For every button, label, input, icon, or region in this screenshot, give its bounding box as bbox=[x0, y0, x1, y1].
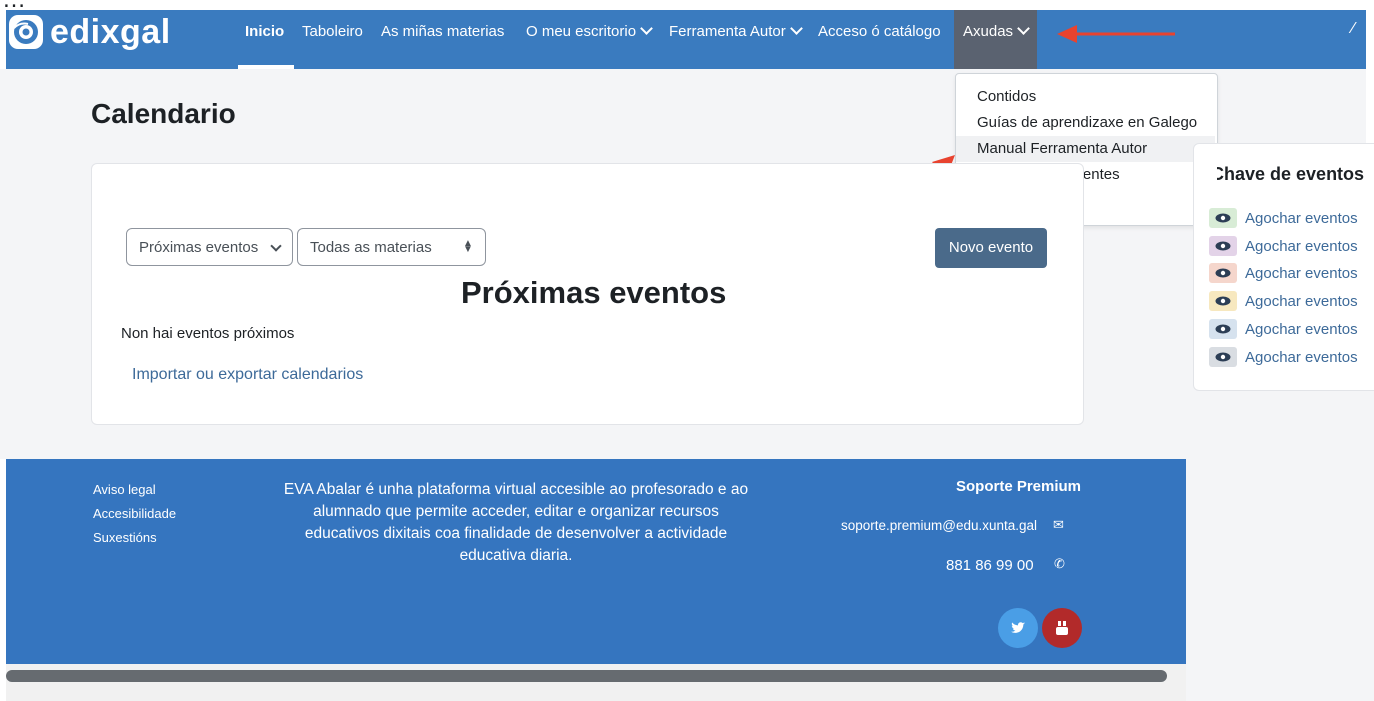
event-key-row[interactable]: Agochar eventos bbox=[1209, 236, 1358, 256]
right-gutter bbox=[1186, 389, 1374, 701]
nav-as-minas-materias[interactable]: As miñas materias bbox=[381, 21, 504, 43]
new-event-button[interactable]: Novo evento bbox=[935, 228, 1047, 268]
nav-ferramenta-autor[interactable]: Ferramenta Autor bbox=[669, 21, 803, 43]
site-footer: Aviso legal Accesibilidade Suxestións EV… bbox=[6, 459, 1186, 664]
support-phone[interactable]: 881 86 99 00 bbox=[946, 557, 1034, 574]
nav-axudas-label: Axudas bbox=[963, 23, 1014, 40]
event-key-row[interactable]: Agochar eventos bbox=[1209, 263, 1358, 283]
horizontal-scrollbar-thumb[interactable] bbox=[6, 670, 1167, 682]
eye-icon bbox=[1209, 208, 1237, 228]
hide-events-label: Agochar eventos bbox=[1245, 320, 1358, 338]
bell-icon[interactable]: ⁄ bbox=[1352, 20, 1355, 38]
twitter-icon[interactable] bbox=[998, 608, 1038, 648]
active-tab-indicator bbox=[238, 65, 294, 69]
chevron-down-icon bbox=[270, 240, 282, 252]
edixgal-logo-icon bbox=[9, 15, 43, 49]
nav-o-meu-escritorio[interactable]: O meu escritorio bbox=[526, 21, 653, 43]
menu-item-guias[interactable]: Guías de aprendizaxe en Galego bbox=[956, 110, 1215, 136]
nav-axudas[interactable]: Axudas bbox=[963, 21, 1030, 43]
support-email[interactable]: soporte.premium@edu.xunta.gal bbox=[841, 518, 1037, 533]
hide-events-label: Agochar eventos bbox=[1245, 348, 1358, 366]
chevron-down-icon bbox=[1017, 22, 1030, 35]
event-key-row[interactable]: Agochar eventos bbox=[1209, 347, 1358, 367]
hide-events-label: Agochar eventos bbox=[1245, 292, 1358, 310]
no-events-message: Non hai eventos próximos bbox=[121, 325, 295, 342]
phone-icon: ✆ bbox=[1054, 556, 1065, 571]
nav-o-meu-escritorio-label: O meu escritorio bbox=[526, 23, 637, 40]
youtube-icon[interactable] bbox=[1042, 608, 1082, 648]
brand-name: edixgal bbox=[50, 12, 171, 51]
annotation-arrow-icon bbox=[1057, 25, 1175, 43]
chevron-down-icon bbox=[789, 22, 803, 35]
page-title: Calendario bbox=[91, 98, 236, 129]
event-key-row[interactable]: Agochar eventos bbox=[1209, 291, 1358, 311]
eye-icon bbox=[1209, 319, 1237, 339]
caption-strip: … bbox=[0, 0, 1374, 10]
brand-logo-link[interactable]: edixgal bbox=[8, 12, 171, 52]
sort-updown-icon: ▲ ▼ bbox=[463, 238, 473, 255]
eye-icon bbox=[1209, 263, 1237, 283]
menu-item-manual-ferramenta-autor[interactable]: Manual Ferramenta Autor bbox=[956, 136, 1215, 162]
hide-events-label: Agochar eventos bbox=[1245, 209, 1358, 227]
import-export-calendars-link[interactable]: Importar ou exportar calendarios bbox=[132, 366, 363, 384]
eye-icon bbox=[1209, 291, 1237, 311]
nav-taboleiro[interactable]: Taboleiro bbox=[302, 21, 363, 43]
menu-item-contidos[interactable]: Contidos bbox=[956, 84, 1215, 110]
nav-acceso-catalogo[interactable]: Acceso ó catálogo bbox=[818, 21, 941, 43]
course-select-value: Todas as materias bbox=[310, 239, 432, 256]
chevron-down-icon bbox=[640, 22, 653, 35]
view-select[interactable]: Próximas eventos bbox=[126, 228, 293, 266]
event-key-title: Chave de eventos bbox=[1211, 164, 1365, 184]
hide-events-label: Agochar eventos bbox=[1245, 264, 1358, 282]
hide-events-label: Agochar eventos bbox=[1245, 237, 1358, 255]
nav-ferramenta-autor-label: Ferramenta Autor bbox=[669, 23, 786, 40]
nav-inicio[interactable]: Inicio bbox=[245, 21, 284, 43]
view-select-value: Próximas eventos bbox=[139, 239, 259, 256]
support-title: Soporte Premium bbox=[956, 478, 1082, 495]
course-select[interactable]: Todas as materias ▲ ▼ bbox=[297, 228, 486, 266]
footer-description: EVA Abalar é unha plataforma virtual acc… bbox=[283, 481, 749, 564]
event-key-row[interactable]: Agochar eventos bbox=[1209, 319, 1358, 339]
event-key-row[interactable]: Agochar eventos bbox=[1209, 208, 1358, 228]
eye-icon bbox=[1209, 347, 1237, 367]
footer-link-suxestions[interactable]: Suxestións bbox=[93, 530, 157, 545]
upcoming-events-heading: Próximas eventos bbox=[461, 275, 727, 310]
eye-icon bbox=[1209, 236, 1237, 256]
footer-link-aviso-legal[interactable]: Aviso legal bbox=[93, 482, 156, 497]
caption-text: … bbox=[2, 0, 26, 10]
envelope-icon: ✉ bbox=[1053, 517, 1064, 532]
footer-link-accesibilidade[interactable]: Accesibilidade bbox=[93, 506, 176, 521]
